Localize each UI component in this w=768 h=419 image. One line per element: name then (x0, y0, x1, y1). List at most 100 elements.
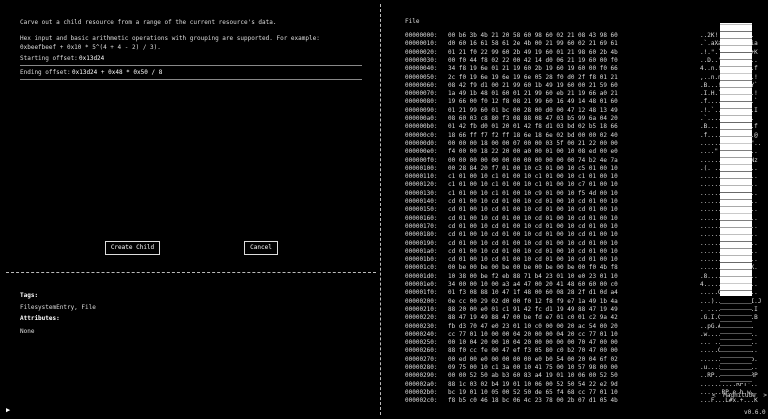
hex-offset: 00000130: (405, 189, 438, 197)
hex-bytes: c1 01 00 10 c1 01 00 10 c1 01 00 10 c7 0… (448, 181, 618, 189)
version-label: v0.6.0 (744, 409, 766, 416)
hex-bytes: 88 20 00 e0 01 c1 91 42 fc d1 19 49 88 4… (448, 305, 618, 313)
minimap-stripe (720, 24, 752, 25)
minimap-stripe (720, 213, 752, 214)
minimap-stripe (720, 31, 752, 32)
minimap-stripe (720, 136, 752, 137)
tags-label: Tags: (20, 292, 39, 299)
hex-offset: 00000270: (405, 355, 438, 363)
hex-offset: 000000f0: (405, 156, 438, 164)
starting-offset-input[interactable]: 0x13d24 (79, 55, 104, 62)
minimap-stripe (720, 80, 752, 81)
ending-offset-field[interactable]: Ending offset: 0x13d24 + 0x48 * 0x50 / 8 (20, 69, 362, 80)
minimap-stripe (720, 185, 752, 186)
minimap-stripe (720, 206, 752, 207)
cancel-button[interactable]: Cancel (244, 241, 278, 255)
hex-bytes: 01 42 fb d0 01 20 01 42 f8 d1 03 bd 02 b… (448, 123, 618, 131)
hex-offset: 000001e0: (405, 281, 438, 288)
hex-bytes: f4 00 00 18 22 20 00 a0 00 01 00 10 08 e… (448, 148, 618, 156)
minimap-stripe (720, 122, 752, 123)
hex-bytes: c1 01 00 10 c1 01 00 10 c9 01 00 10 f5 4… (448, 189, 618, 197)
minimap-stripe (720, 339, 752, 340)
hex-offset: 00000260: (405, 347, 438, 355)
instruction-line: Hex input and basic arithmetic operation… (20, 34, 320, 42)
hex-offset: 000000d0: (405, 139, 438, 147)
minimap-stripe (720, 87, 752, 88)
instruction-line: Carve out a child resource from a range … (20, 19, 277, 26)
hex-bytes: 88 f0 cc fe 00 47 ef f3 05 80 c0 b2 70 4… (448, 347, 618, 355)
ending-offset-input[interactable]: 0x13d24 + 0x48 * 0x50 / 8 (72, 69, 162, 76)
hex-bytes: cc 77 01 10 00 00 04 20 00 00 04 20 cc 7… (448, 330, 618, 338)
hex-offset: 00000190: (405, 239, 438, 247)
hex-offset: 00000280: (405, 364, 438, 371)
hex-offset: 00000090: (405, 106, 438, 114)
hex-offset: 00000050: (405, 73, 438, 81)
hex-bytes: cd 01 00 10 cd 01 00 10 cd 01 00 10 cd 0… (448, 222, 618, 230)
hex-bytes: 88 1c 03 02 b4 19 01 10 06 00 52 50 54 2… (448, 380, 618, 388)
instructions: Carve out a child resource from a range … (20, 18, 320, 53)
minimap-stripe (720, 262, 752, 263)
vertical-divider[interactable] (380, 4, 381, 415)
hex-offset: 00000040: (405, 65, 438, 73)
hex-offset: 00000010: (405, 40, 438, 48)
magnitude-prev-button[interactable]: < (712, 392, 716, 399)
hex-offset: 000001c0: (405, 264, 438, 272)
hex-bytes: 00 00 00 00 00 00 00 00 00 00 00 00 74 b… (448, 156, 618, 164)
hex-bytes: fb d3 70 47 e0 23 01 10 c0 00 00 20 ac 5… (448, 322, 618, 330)
hex-offset: 00000240: (405, 330, 438, 338)
minimap-stripe (720, 345, 752, 346)
hex-bytes: 0e cc 00 29 02 d0 00 f0 12 f8 f9 e7 1a 4… (448, 297, 618, 305)
hex-bytes: 01 21 99 60 01 bc 00 28 00 d0 00 47 12 4… (448, 106, 618, 114)
hex-bytes: 08 60 03 c8 80 f3 08 88 08 47 03 b5 99 6… (448, 115, 618, 122)
hex-bytes: 1a 49 1b 48 01 60 01 21 99 60 eb 21 19 6… (448, 90, 618, 98)
hex-bytes: f8 b5 c0 46 18 bc 06 4c 23 78 00 2b 07 d… (448, 397, 618, 405)
minimap-stripe (720, 290, 752, 291)
hex-bytes: 00 00 52 50 ab b3 60 83 a4 19 01 10 06 0… (448, 372, 618, 380)
minimap-stripe (720, 283, 752, 284)
hex-offset: 000000e0: (405, 148, 438, 156)
hex-offset: 00000120: (405, 181, 438, 189)
minimap-stripe (720, 255, 752, 256)
hex-bytes: 00 f0 44 f8 02 22 00 42 14 d0 06 21 19 6… (448, 56, 618, 64)
hex-offset: 000002b0: (405, 388, 438, 396)
hex-bytes: 01 21 f0 22 99 60 2b 49 19 60 01 21 98 6… (448, 48, 618, 56)
hex-offset: 000000c0: (405, 131, 438, 139)
hex-bytes: 00 be 00 be 00 be 00 be 00 be 00 be 00 f… (448, 264, 618, 272)
hex-offset: 00000170: (405, 222, 438, 230)
play-icon[interactable]: ▶ (6, 406, 10, 414)
minimap-stripe (720, 303, 752, 304)
minimap-stripe (720, 199, 752, 200)
tags-value: FilesystemEntry, File (20, 304, 96, 311)
hex-bytes: cd 01 00 10 cd 01 00 10 cd 01 00 10 cd 0… (448, 247, 618, 255)
minimap-stripe (720, 101, 752, 102)
magnitude-next-button[interactable]: > (763, 392, 767, 399)
hex-bytes: cd 01 00 10 cd 01 00 10 cd 01 00 10 cd 0… (448, 214, 618, 222)
minimap-stripe (720, 309, 752, 310)
magnitude-control: < Magnitude > (712, 392, 767, 399)
minimap-stripe (720, 192, 752, 193)
starting-offset-field[interactable]: Starting offset: 0x13d24 (20, 55, 362, 66)
minimap-stripe (720, 157, 752, 158)
hex-bytes: 00 b6 3b 4b 21 20 58 60 98 60 02 21 08 4… (448, 32, 618, 39)
minimap-stripe (720, 248, 752, 249)
hex-offset: 00000030: (405, 56, 438, 64)
ending-offset-label: Ending offset: (20, 69, 71, 76)
minimap-stripe (720, 220, 752, 221)
hex-bytes: c1 01 00 10 c1 01 00 10 c1 01 00 10 c1 0… (448, 173, 618, 181)
minimap-stripe (720, 178, 752, 179)
hex-bytes: 00 ed 00 e0 00 00 00 00 e0 b0 54 00 20 0… (448, 355, 618, 363)
minimap-stripe (720, 52, 752, 53)
hex-offset: 00000200: (405, 297, 438, 305)
minimap-dark-region (720, 18, 752, 23)
hex-offset: 00000230: (405, 322, 438, 330)
minimap-stripe (720, 59, 752, 60)
hex-offset: 00000110: (405, 173, 438, 181)
minimap-stripe (720, 269, 752, 270)
hex-offset: 000002c0: (405, 397, 438, 405)
field-underline (20, 65, 362, 66)
magnitude-minimap[interactable] (720, 18, 752, 383)
minimap-stripe (720, 171, 752, 172)
create-child-button[interactable]: Create Child (105, 241, 160, 255)
hex-bytes: cd 01 00 10 cd 01 00 10 cd 01 00 10 cd 0… (448, 256, 618, 264)
hex-offset: 000002a0: (405, 380, 438, 388)
